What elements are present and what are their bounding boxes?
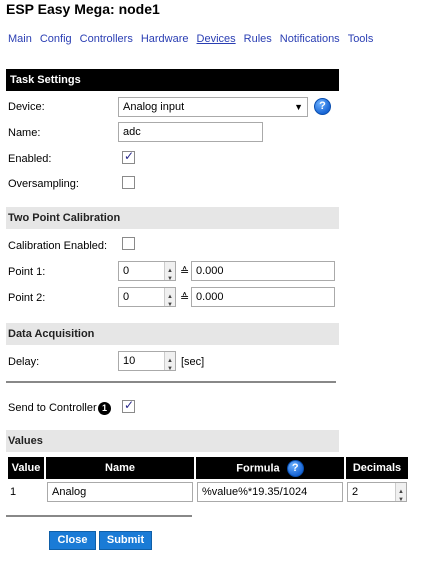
close-button[interactable]: Close [49,531,96,550]
delay-spinner[interactable]: ▲ ▼ [164,352,175,372]
enabled-checkbox[interactable] [122,149,135,164]
delay-unit: [sec] [181,356,205,368]
point1-value-input[interactable]: 0.000 [191,261,335,281]
col-formula: Formula ? [196,457,344,479]
menu-rules[interactable]: Rules [244,33,272,45]
value-name-input[interactable]: Analog [47,482,193,502]
delay-label: Delay: [8,356,40,368]
enabled-label: Enabled: [8,153,52,165]
col-value: Value [8,457,44,479]
controller-number-badge: 1 [98,402,111,415]
corresponds-icon: ≙ [180,266,190,278]
page-title: ESP Easy Mega: node1 [6,1,160,17]
point1-spinner[interactable]: ▲ ▼ [164,262,175,282]
menu-config[interactable]: Config [40,33,72,45]
calibration-enabled-label: Calibration Enabled: [8,240,108,252]
send-to-controller-checkbox[interactable] [122,398,135,413]
calibration-header: Two Point Calibration [6,207,339,229]
name-input[interactable]: adc [118,122,263,142]
col-formula-label: Formula [236,461,280,474]
menu-main[interactable]: Main [8,33,32,45]
point2-value-input[interactable]: 0.000 [191,287,335,307]
point2-raw-value: 0 [123,291,130,303]
data-acquisition-header: Data Acquisition [6,323,339,345]
point2-raw-input[interactable]: 0 ▲ ▼ [118,287,176,308]
values-header: Values [6,430,339,452]
point1-raw-input[interactable]: 0 ▲ ▼ [118,261,176,282]
decimals-value: 2 [352,486,359,498]
send-to-controller-label: Send to Controller [8,402,97,414]
point2-label: Point 2: [8,292,46,304]
menu-hardware[interactable]: Hardware [141,33,189,45]
corresponds-icon: ≙ [180,292,190,304]
device-label: Device: [8,101,45,113]
task-settings-header: Task Settings [6,69,339,91]
col-decimals: Decimals [346,457,408,479]
values-table: Value Name Formula ? Decimals 1 Analog %… [6,457,410,505]
oversampling-label: Oversampling: [8,178,79,190]
name-label: Name: [8,127,41,139]
delay-input[interactable]: 10 ▲ ▼ [118,351,176,372]
divider [6,381,336,383]
main-menu: Main Config Controllers Hardware Devices… [8,33,373,45]
oversampling-checkbox[interactable] [122,176,135,189]
menu-controllers[interactable]: Controllers [80,33,133,45]
menu-devices[interactable]: Devices [197,33,236,45]
help-icon[interactable]: ? [286,459,304,477]
device-select-value: Analog input [123,101,185,113]
delay-value: 10 [123,355,136,367]
menu-notifications[interactable]: Notifications [280,33,340,45]
divider [6,515,192,517]
col-name: Name [46,457,194,479]
menu-tools[interactable]: Tools [348,33,374,45]
chevron-down-icon: ▼ [294,102,303,112]
decimals-spinner[interactable]: ▲ ▼ [395,483,406,503]
formula-input[interactable]: %value%*19.35/1024 [197,482,343,502]
table-row: 1 Analog %value%*19.35/1024 2 ▲ ▼ [8,479,408,505]
point1-label: Point 1: [8,266,46,278]
calibration-enabled-checkbox[interactable] [122,237,135,250]
decimals-input[interactable]: 2 ▲ ▼ [347,482,407,503]
help-icon[interactable]: ? [314,98,331,115]
device-select[interactable]: Analog input ▼ [118,97,308,117]
submit-button[interactable]: Submit [99,531,152,550]
point1-raw-value: 0 [123,265,130,277]
point2-spinner[interactable]: ▲ ▼ [164,288,175,308]
value-index: 1 [10,486,17,498]
